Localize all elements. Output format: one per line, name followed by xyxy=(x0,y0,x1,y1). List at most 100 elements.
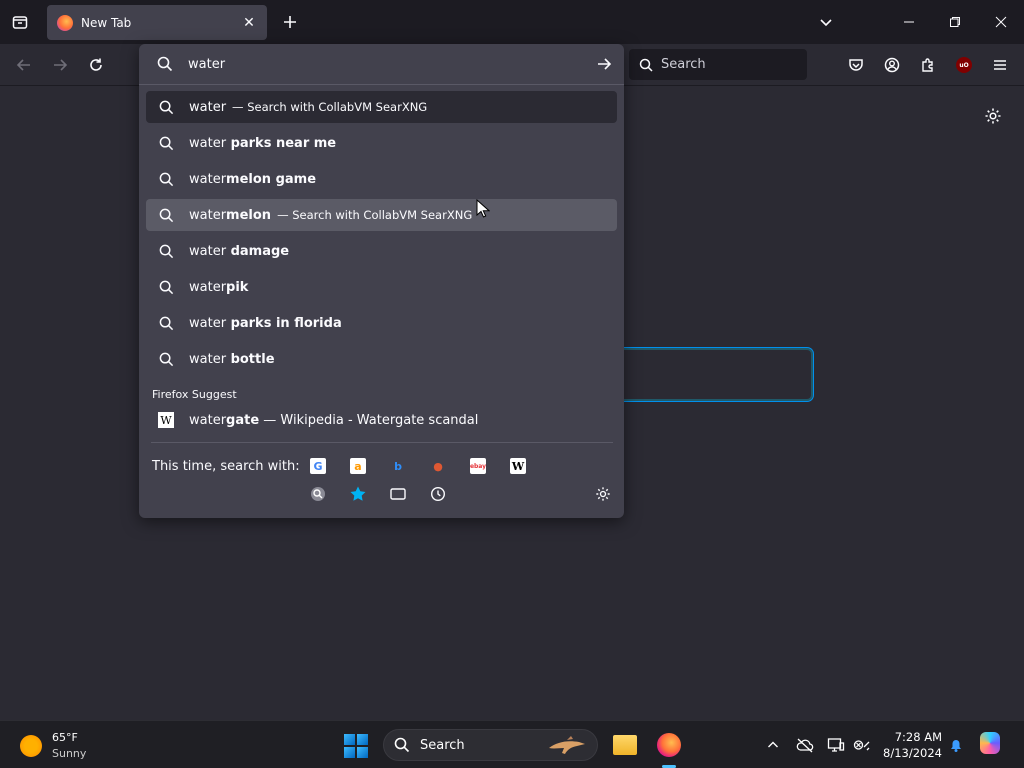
one-off-search-label: This time, search with: xyxy=(152,459,300,474)
search-engine-action: — Search with CollabVM SearXNG xyxy=(232,100,428,114)
tab-new-tab[interactable]: New Tab ✕ xyxy=(47,5,267,40)
tab-title: New Tab xyxy=(81,15,132,30)
bing-icon: b xyxy=(394,459,402,473)
forward-button[interactable] xyxy=(48,53,72,77)
extensions-button[interactable] xyxy=(916,53,940,77)
suggestion-row[interactable]: water — Search with CollabVM SearXNG xyxy=(146,91,617,123)
restore-button[interactable] xyxy=(943,10,967,34)
address-bar[interactable] xyxy=(139,44,624,85)
firefox-view-button[interactable] xyxy=(8,10,32,34)
ebay-engine-button[interactable]: ebay xyxy=(468,456,488,476)
reload-button[interactable] xyxy=(84,53,108,77)
show-hidden-icons-button[interactable] xyxy=(763,735,783,755)
monitor-icon xyxy=(827,738,845,752)
bing-engine-button[interactable]: b xyxy=(388,456,408,476)
bookmarks-engine-button[interactable] xyxy=(348,484,368,504)
cloud-off-icon xyxy=(796,738,814,753)
tab-icon xyxy=(390,488,406,500)
tabs-engine-button[interactable] xyxy=(388,484,408,504)
pocket-button[interactable] xyxy=(844,53,868,77)
bell-icon xyxy=(951,740,961,752)
search-icon xyxy=(158,351,174,367)
searxng-engine-button[interactable] xyxy=(308,484,328,504)
file-explorer-taskbar-button[interactable] xyxy=(610,730,640,760)
suggestion-list: water — Search with CollabVM SearXNG water… xyxy=(146,91,617,379)
amazon-engine-button[interactable]: a xyxy=(348,456,368,476)
onedrive-button[interactable] xyxy=(795,735,815,755)
minimize-icon xyxy=(904,21,914,23)
typed-text: water xyxy=(189,243,227,259)
typed-text: water xyxy=(189,207,227,223)
network-volume-button[interactable] xyxy=(852,735,872,755)
search-icon xyxy=(158,99,174,115)
ebay-icon: ebay xyxy=(470,458,486,474)
account-icon xyxy=(884,57,900,73)
search-engine-action: — Search with CollabVM SearXNG xyxy=(277,208,473,222)
search-settings-button[interactable] xyxy=(593,484,613,504)
suggestion-row[interactable]: watermelon — Search with CollabVM SearXNG xyxy=(146,199,617,231)
clock-date: 8/13/2024 xyxy=(883,746,942,760)
typed-text: water xyxy=(189,135,227,151)
google-icon: G xyxy=(310,458,326,474)
search-icon xyxy=(158,207,174,223)
ublock-origin-button[interactable]: uO xyxy=(952,53,976,77)
suggestion-row[interactable]: watermelon game xyxy=(146,163,617,195)
restore-icon xyxy=(950,17,960,27)
start-button[interactable] xyxy=(344,734,368,758)
copilot-button[interactable] xyxy=(980,732,1000,754)
google-engine-button[interactable]: G xyxy=(308,456,328,476)
star-icon xyxy=(350,486,366,501)
search-icon xyxy=(158,315,174,331)
weather-widget[interactable]: 65°F Sunny xyxy=(20,730,86,762)
suggestion-row[interactable]: waterpik xyxy=(146,271,617,303)
divider xyxy=(151,442,613,443)
suggestion-row[interactable]: water bottle xyxy=(146,343,617,375)
history-engine-button[interactable] xyxy=(428,484,448,504)
reload-icon xyxy=(90,58,102,71)
ublock-origin-icon: uO xyxy=(956,57,972,73)
minimize-button[interactable] xyxy=(897,10,921,34)
go-arrow-icon[interactable] xyxy=(596,56,612,72)
notifications-button[interactable] xyxy=(946,735,966,755)
suggestion-row[interactable]: water damage xyxy=(146,235,617,267)
wikipedia-icon: W xyxy=(158,412,174,428)
toolbar-search-box[interactable]: Search xyxy=(629,49,807,80)
clock-icon xyxy=(430,486,446,502)
system-clock[interactable]: 7:28 AM 8/13/2024 xyxy=(880,729,942,761)
search-icon xyxy=(639,58,653,72)
taskbar-search[interactable]: Search xyxy=(383,729,598,761)
duckduckgo-icon: ● xyxy=(433,459,443,473)
chevron-up-icon xyxy=(768,741,778,748)
search-icon xyxy=(158,279,174,295)
folder-icon xyxy=(613,735,637,755)
new-tab-button[interactable] xyxy=(278,10,302,34)
close-window-button[interactable] xyxy=(989,10,1013,34)
suggestion-completion: pik xyxy=(226,279,249,295)
hamburger-menu-icon xyxy=(994,60,1006,70)
suggestion-row[interactable]: water parks in florida xyxy=(146,307,617,339)
list-all-tabs-button[interactable] xyxy=(814,10,838,34)
taskbar: 65°F Sunny Search 7:28 AM 8/13/2024 xyxy=(0,720,1024,768)
typed-text: water xyxy=(189,279,227,295)
firefox-taskbar-button[interactable] xyxy=(654,730,684,760)
search-icon xyxy=(158,243,174,259)
suggestion-completion: parks in florida xyxy=(226,315,342,331)
suggestion-row[interactable]: water parks near me xyxy=(146,127,617,159)
address-input[interactable] xyxy=(188,56,596,72)
back-button[interactable] xyxy=(12,53,36,77)
tab-strip: New Tab ✕ xyxy=(0,0,1024,44)
app-menu-button[interactable] xyxy=(988,53,1012,77)
display-button[interactable] xyxy=(826,735,846,755)
wikipedia-icon: W xyxy=(510,458,526,474)
search-box-placeholder: Search xyxy=(661,57,706,72)
wikipedia-suggestion[interactable]: W watergate — Wikipedia - Watergate scan… xyxy=(146,404,617,436)
duckduckgo-engine-button[interactable]: ● xyxy=(428,456,448,476)
typed-text: water xyxy=(189,351,227,367)
searxng-icon xyxy=(311,487,325,501)
tab-close-icon[interactable]: ✕ xyxy=(241,15,257,31)
typed-text: water xyxy=(189,412,227,428)
customize-new-tab-button[interactable] xyxy=(981,104,1005,128)
wikipedia-engine-button[interactable]: W xyxy=(508,456,528,476)
account-button[interactable] xyxy=(880,53,904,77)
gear-icon xyxy=(596,487,610,501)
